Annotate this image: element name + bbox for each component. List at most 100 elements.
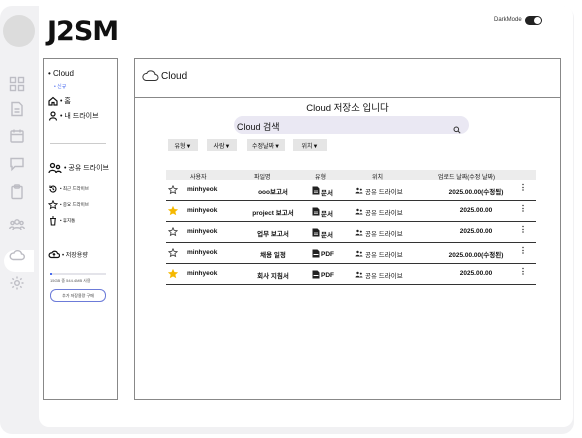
star-filled-icon[interactable] [167, 205, 179, 218]
star-filled-icon[interactable] [167, 268, 179, 281]
cell-location-label: 공유 드라이브 [365, 189, 403, 196]
table-row[interactable]: minhyeok 회사 지침서 PDF 공유 드라이브 2025.00.00 ⋮ [166, 264, 536, 285]
sidebar-item-cloud[interactable]: • Cloud [48, 69, 74, 78]
cell-location: 공유 드라이브 [355, 270, 403, 280]
cell-user: minhyeok [187, 228, 218, 235]
pdf-icon [312, 270, 321, 281]
cell-date: 2025.00.00 [459, 228, 493, 235]
cell-file-name[interactable]: project 보고서 [238, 207, 308, 217]
sidebar-item-shared-drive[interactable]: • 공유 드라이브 [48, 162, 109, 174]
star-outline-icon[interactable] [167, 247, 179, 260]
sidebar-item-label: • 휴지통 [60, 218, 76, 223]
darkmode-label: DarkMode [494, 17, 522, 23]
star-outline-icon[interactable] [167, 226, 179, 239]
cell-type-label: 문서 [321, 189, 333, 197]
shared-people-icon [355, 271, 363, 280]
cell-location: 공유 드라이브 [355, 207, 403, 217]
cell-location-label: 공유 드라이브 [365, 273, 403, 280]
search-input[interactable]: Cloud 검색 [234, 116, 469, 134]
filter-modified-date[interactable]: 수정날짜▼ [247, 139, 285, 151]
cell-location-label: 공유 드라이브 [365, 231, 403, 238]
content-panel: Cloud Cloud 저장소 입니다 Cloud 검색 유형▼ 사람▼ 수정날… [134, 58, 561, 400]
shared-people-icon [355, 250, 363, 259]
cell-file-name[interactable]: 회사 지침서 [238, 270, 308, 280]
cell-location: 공유 드라이브 [355, 249, 403, 259]
sidebar-item-new[interactable]: • 신규 [54, 83, 66, 90]
more-options-icon[interactable]: ⋮ [519, 267, 527, 276]
cell-file-name[interactable]: 채용 일정 [238, 249, 308, 259]
sidebar-item-label: • 공유 드라이브 [64, 165, 109, 172]
pdf-icon [312, 249, 321, 260]
shared-people-icon [355, 229, 363, 238]
cell-user: minhyeok [187, 270, 218, 277]
cell-type-label: 문서 [321, 210, 333, 218]
cell-file-name[interactable]: 업무 보고서 [238, 228, 308, 238]
sidebar-item-home[interactable]: • 홈 [48, 96, 71, 106]
document-icon [312, 207, 321, 218]
search-icon[interactable] [453, 121, 461, 139]
table-row[interactable]: minhyeok project 보고서 문서 공유 드라이브 2025.00.… [166, 201, 536, 222]
calendar-icon[interactable] [9, 128, 25, 144]
person-icon [48, 111, 58, 121]
cell-type-label: 문서 [321, 231, 333, 239]
table-row[interactable]: minhyeok ooo보고서 문서 공유 드라이브 2025.00.00(수정… [166, 180, 536, 201]
cell-type-label: PDF [321, 251, 334, 258]
page-title: Cloud [161, 71, 188, 82]
cell-type: 문서 [312, 228, 333, 239]
avatar[interactable] [3, 15, 35, 47]
cell-date: 2025.00.00 [459, 270, 493, 277]
sidebar-item-label: • 홈 [60, 98, 71, 105]
sidebar-item-label: • 내 드라이브 [60, 113, 99, 120]
clipboard-icon[interactable] [9, 184, 25, 200]
sidebar-item-label: • 중요 드라이브 [60, 202, 89, 207]
table-header: 사용자 파일명 유형 위치 업로드 날짜(수정 날짜) [166, 170, 536, 181]
more-options-icon[interactable]: ⋮ [519, 183, 527, 192]
cell-type: PDF [312, 249, 334, 260]
filter-person[interactable]: 사람▼ [207, 139, 237, 151]
storage-progress-fill [50, 273, 53, 275]
cell-user: minhyeok [187, 207, 218, 214]
cloud-upload-icon [48, 250, 60, 259]
document-icon [312, 228, 321, 239]
cell-location: 공유 드라이브 [355, 228, 403, 238]
sidebar-item-important[interactable]: • 중요 드라이브 [48, 200, 89, 210]
content-header: Cloud [135, 59, 560, 98]
cell-type-label: PDF [321, 272, 334, 279]
filter-type[interactable]: 유형▼ [168, 139, 198, 151]
chat-icon[interactable] [9, 156, 25, 172]
gear-icon[interactable] [9, 275, 25, 291]
sidebar-item-my-drive[interactable]: • 내 드라이브 [48, 111, 99, 121]
more-options-icon[interactable]: ⋮ [519, 225, 527, 234]
filter-location[interactable]: 위치▼ [293, 139, 327, 151]
home-icon [48, 96, 58, 106]
sidebar-item-storage[interactable]: • 저장용량 [48, 249, 88, 259]
table-row[interactable]: minhyeok 업무 보고서 문서 공유 드라이브 2025.00.00 ⋮ [166, 222, 536, 243]
trash-icon [50, 216, 56, 226]
app-logo: J2SM [47, 16, 119, 47]
buy-storage-button[interactable]: 추가 저장용량 구매 [50, 289, 106, 302]
cell-file-name[interactable]: ooo보고서 [238, 186, 308, 196]
sidebar-item-label: • 최근 드라이브 [60, 186, 89, 191]
star-outline-icon[interactable] [167, 184, 179, 197]
users-icon[interactable] [9, 217, 25, 233]
sidebar-item-trash[interactable]: • 휴지통 [48, 216, 75, 226]
more-options-icon[interactable]: ⋮ [519, 204, 527, 213]
cloud-icon[interactable] [9, 247, 25, 263]
cell-user: minhyeok [187, 249, 218, 256]
darkmode-toggle[interactable] [525, 16, 542, 25]
table-row[interactable]: minhyeok 채용 일정 PDF 공유 드라이브 2025.00.00(수정… [166, 243, 536, 264]
shared-people-icon [355, 187, 363, 196]
sidebar: • Cloud • 신규 • 홈 • 내 드라이브 • 공유 드라이브 • 최근… [43, 58, 118, 400]
people-icon [48, 162, 62, 174]
cell-location-label: 공유 드라이브 [365, 210, 403, 217]
storage-heading: Cloud 저장소 입니다 [306, 103, 389, 114]
grid-icon[interactable] [9, 76, 25, 92]
cell-date: 2025.00.00(수정된) [448, 252, 504, 259]
search-placeholder: Cloud 검색 [237, 122, 280, 132]
cell-type: PDF [312, 270, 334, 281]
more-options-icon[interactable]: ⋮ [519, 246, 527, 255]
sidebar-item-recent[interactable]: • 최근 드라이브 [48, 184, 89, 194]
cell-location-label: 공유 드라이브 [365, 252, 403, 259]
document-icon[interactable] [9, 101, 25, 117]
cell-location: 공유 드라이브 [355, 186, 403, 196]
